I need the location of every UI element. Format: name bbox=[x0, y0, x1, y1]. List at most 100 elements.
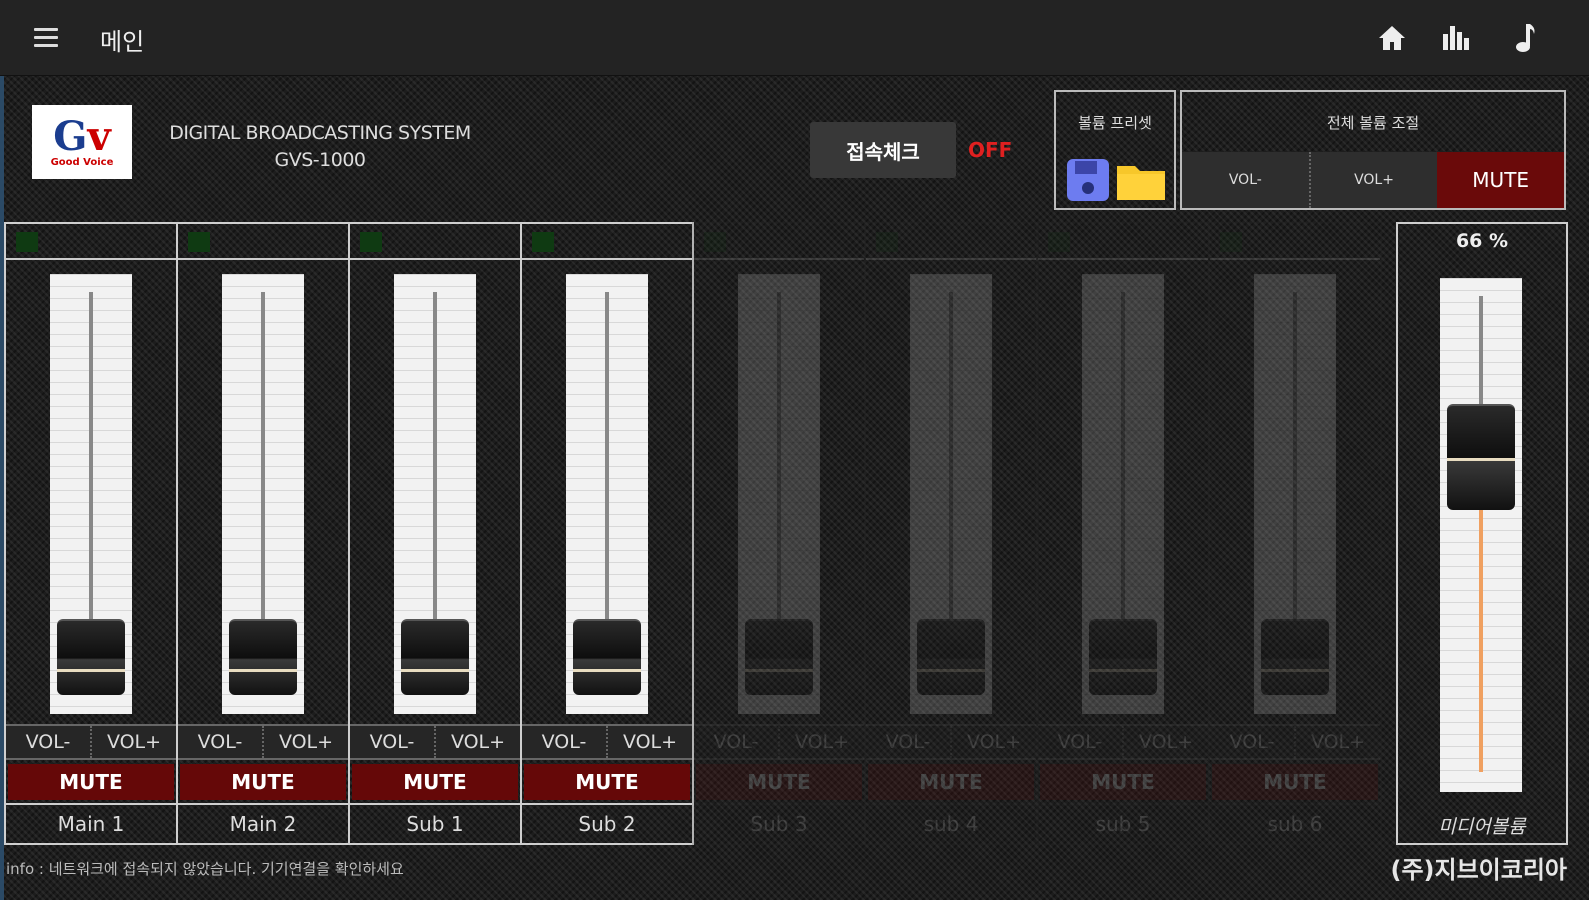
channel-strip: VOL- VOL+ MUTE Main 1 bbox=[4, 222, 178, 845]
channel-fader-track[interactable] bbox=[1082, 274, 1164, 714]
meter-led bbox=[704, 232, 726, 252]
channel-name: Main 1 bbox=[6, 803, 176, 843]
vol-plus-button[interactable]: VOL+ bbox=[1296, 726, 1380, 758]
vol-plus-button[interactable]: VOL+ bbox=[952, 726, 1036, 758]
channel-fader-knob[interactable] bbox=[401, 619, 469, 695]
volume-preset-panel: 볼륨 프리셋 bbox=[1054, 90, 1176, 210]
master-volume-title: 전체 볼륨 조절 bbox=[1326, 114, 1420, 132]
channel-strip: VOL- VOL+ MUTE sub 5 bbox=[1036, 222, 1210, 845]
media-slider-fill bbox=[1479, 506, 1483, 772]
bar-chart-icon[interactable] bbox=[1438, 20, 1474, 56]
channel-fader-knob[interactable] bbox=[573, 619, 641, 695]
master-mute-button[interactable]: MUTE bbox=[1437, 152, 1565, 208]
menu-icon[interactable] bbox=[34, 28, 58, 48]
vol-minus-button[interactable]: VOL- bbox=[178, 726, 264, 758]
channel-fader-knob[interactable] bbox=[229, 619, 297, 695]
home-icon[interactable] bbox=[1374, 20, 1410, 56]
meter-led bbox=[532, 232, 554, 252]
channel-mute-button[interactable]: MUTE bbox=[352, 764, 518, 800]
vol-plus-button[interactable]: VOL+ bbox=[608, 726, 692, 758]
vol-plus-button[interactable]: VOL+ bbox=[92, 726, 176, 758]
level-meter bbox=[178, 224, 348, 260]
channel-mute-button[interactable]: MUTE bbox=[868, 764, 1034, 800]
media-volume-slider-track[interactable] bbox=[1440, 278, 1522, 792]
channel-fader-track[interactable] bbox=[910, 274, 992, 714]
channel-mute-button[interactable]: MUTE bbox=[180, 764, 346, 800]
channel-mute-button[interactable]: MUTE bbox=[1212, 764, 1378, 800]
level-meter bbox=[522, 224, 692, 260]
channel-fader-track[interactable] bbox=[566, 274, 648, 714]
vol-minus-button[interactable]: VOL- bbox=[6, 726, 92, 758]
channel-fader-knob[interactable] bbox=[57, 619, 125, 695]
floppy-save-icon[interactable] bbox=[1064, 156, 1112, 208]
channel-name: sub 6 bbox=[1210, 803, 1380, 843]
channel-fader-track[interactable] bbox=[50, 274, 132, 714]
meter-led bbox=[360, 232, 382, 252]
vol-minus-button[interactable]: VOL- bbox=[694, 726, 780, 758]
channel-name: Sub 2 bbox=[522, 803, 692, 843]
system-title: DIGITAL BROADCASTING SYSTEM GVS-1000 bbox=[150, 120, 490, 174]
channel-fader-knob[interactable] bbox=[745, 619, 813, 695]
meter-led bbox=[876, 232, 898, 252]
channel-fader-knob[interactable] bbox=[917, 619, 985, 695]
vol-plus-button[interactable]: VOL+ bbox=[1124, 726, 1208, 758]
channel-fader-track[interactable] bbox=[394, 274, 476, 714]
app-toolbar: 메인 bbox=[0, 0, 1589, 76]
level-meter bbox=[6, 224, 176, 260]
channel-fader-knob[interactable] bbox=[1089, 619, 1157, 695]
channel-fader-track[interactable] bbox=[222, 274, 304, 714]
master-vol-plus-button[interactable]: VOL+ bbox=[1310, 152, 1438, 208]
media-slider-rail bbox=[1479, 296, 1483, 406]
company-name: (주)지브이코리아 bbox=[1390, 856, 1568, 884]
channel-mute-button[interactable]: MUTE bbox=[696, 764, 862, 800]
connection-check-button[interactable]: 접속체크 bbox=[810, 122, 956, 178]
meter-led bbox=[16, 232, 38, 252]
level-meter bbox=[1038, 224, 1208, 260]
vol-minus-button[interactable]: VOL- bbox=[866, 726, 952, 758]
media-volume-label: 미디어볼륨 bbox=[1438, 816, 1526, 838]
channel-name: Main 2 bbox=[178, 803, 348, 843]
media-volume-slider-knob[interactable] bbox=[1447, 404, 1515, 510]
connection-status: OFF bbox=[968, 138, 1013, 162]
page-title: 메인 bbox=[100, 28, 145, 56]
channel-mute-button[interactable]: MUTE bbox=[8, 764, 174, 800]
info-status-text: info : 네트워크에 접속되지 않았습니다. 기기연결을 확인하세요 bbox=[6, 860, 404, 878]
level-meter bbox=[866, 224, 1036, 260]
level-meter bbox=[694, 224, 864, 260]
channel-fader-knob[interactable] bbox=[1261, 619, 1329, 695]
music-note-icon[interactable] bbox=[1506, 20, 1542, 56]
channel-strip: VOL- VOL+ MUTE Main 2 bbox=[176, 222, 350, 845]
preset-title: 볼륨 프리셋 bbox=[1078, 114, 1152, 132]
channel-strip: VOL- VOL+ MUTE Sub 3 bbox=[692, 222, 866, 845]
channel-name: Sub 3 bbox=[694, 803, 864, 843]
vol-minus-button[interactable]: VOL- bbox=[350, 726, 436, 758]
channel-fader-track[interactable] bbox=[1254, 274, 1336, 714]
vol-minus-button[interactable]: VOL- bbox=[1038, 726, 1124, 758]
meter-led bbox=[1048, 232, 1070, 252]
vol-plus-button[interactable]: VOL+ bbox=[436, 726, 520, 758]
channel-name: sub 4 bbox=[866, 803, 1036, 843]
folder-open-icon[interactable] bbox=[1115, 156, 1167, 208]
channel-strip-group: VOL- VOL+ MUTE Main 1 VOL- VOL+ MUTE Main 2 VOL-… bbox=[4, 222, 1392, 845]
level-meter bbox=[350, 224, 520, 260]
channel-strip: VOL- VOL+ MUTE sub 6 bbox=[1208, 222, 1382, 845]
vol-plus-button[interactable]: VOL+ bbox=[780, 726, 864, 758]
channel-name: Sub 1 bbox=[350, 803, 520, 843]
media-volume-percent: 66 % bbox=[1455, 230, 1509, 252]
vol-plus-button[interactable]: VOL+ bbox=[264, 726, 348, 758]
level-meter bbox=[1210, 224, 1380, 260]
vol-minus-button[interactable]: VOL- bbox=[1210, 726, 1296, 758]
channel-strip: VOL- VOL+ MUTE Sub 2 bbox=[520, 222, 694, 845]
channel-strip: VOL- VOL+ MUTE sub 4 bbox=[864, 222, 1038, 845]
master-volume-panel: 전체 볼륨 조절 VOL- VOL+ MUTE bbox=[1180, 90, 1566, 210]
channel-name: sub 5 bbox=[1038, 803, 1208, 843]
meter-led bbox=[1220, 232, 1242, 252]
channel-mute-button[interactable]: MUTE bbox=[1040, 764, 1206, 800]
vol-minus-button[interactable]: VOL- bbox=[522, 726, 608, 758]
meter-led bbox=[188, 232, 210, 252]
logo-text: Gv bbox=[53, 112, 111, 160]
channel-mute-button[interactable]: MUTE bbox=[524, 764, 690, 800]
channel-fader-track[interactable] bbox=[738, 274, 820, 714]
system-title-line2: GVS-1000 bbox=[274, 149, 367, 171]
master-vol-minus-button[interactable]: VOL- bbox=[1182, 152, 1311, 208]
